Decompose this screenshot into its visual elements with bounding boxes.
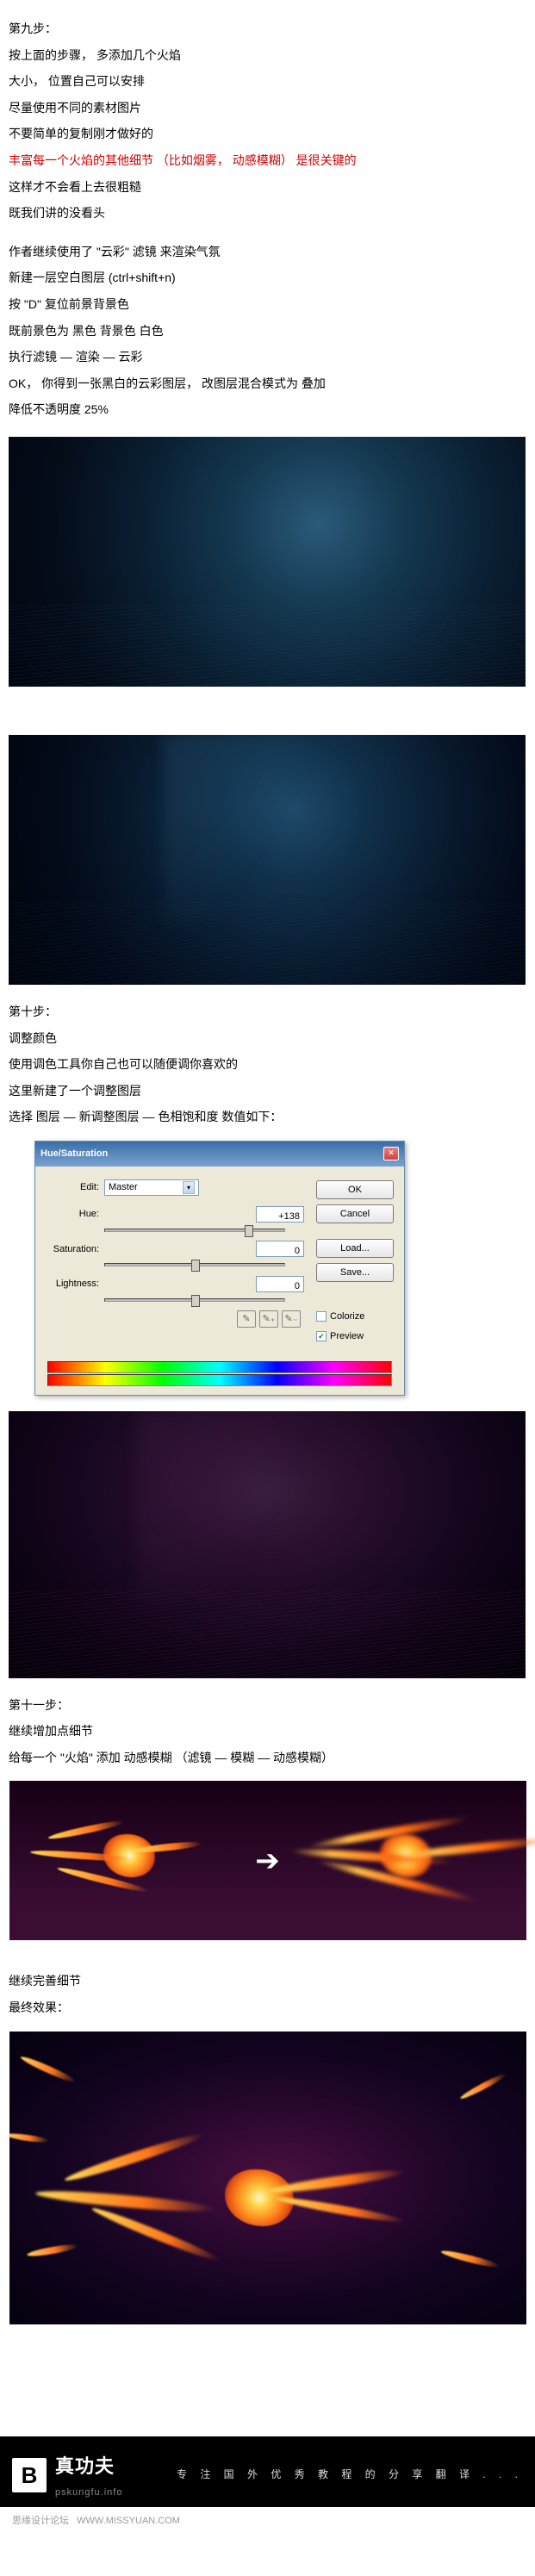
step9-line: 新建一层空白图层 (ctrl+shift+n) [9,266,526,289]
credit-site: 思缘设计论坛 [12,2516,69,2526]
hue-input[interactable]: +138 [256,1206,304,1223]
checkbox-checked-icon: ✔ [316,1331,327,1341]
step11-line: 给每一个 "火焰" 添加 动感模糊 （滤镜 — 模糊 — 动感模糊） [9,1746,526,1770]
step10-line: 使用调色工具你自己也可以随便调你喜欢的 [9,1053,526,1076]
step11-title: 第十一步： [9,1694,526,1717]
footer-credit: 思缘设计论坛 WWW.MISSYUAN.COM [0,2507,535,2548]
step9-line: 按上面的步骤， 多添加几个火焰 [9,44,526,67]
arrow-down-icon: ⬇ [9,694,526,728]
hue-saturation-dialog: Hue/Saturation × Edit: Master ▾ Hue: [34,1141,405,1396]
arrow-right-icon: ➔ [255,1846,280,1876]
step9-line: OK， 你得到一张黑白的云彩图层， 改图层混合模式为 叠加 [9,372,526,395]
step11-line: 继续增加点细节 [9,1720,526,1743]
spacer [9,228,526,240]
checkbox-icon [316,1311,327,1322]
final-line: 最终效果： [9,1996,526,2019]
cancel-button[interactable]: Cancel [316,1204,394,1223]
step9-line: 尽量使用不同的素材图片 [9,96,526,120]
saturation-label: Saturation: [46,1241,99,1259]
footer-brand-bar: B 真功夫 pskungfu.info 专 注 国 外 优 秀 教 程 的 分 … [0,2436,535,2508]
step9-line: 执行滤镜 — 渲染 — 云彩 [9,345,526,369]
before-after-stack: ⬇ [9,437,526,985]
saturation-slider[interactable] [104,1263,285,1266]
step9-line: 这样才不会看上去很粗糙 [9,176,526,199]
lightness-label: Lightness: [46,1275,99,1293]
hue-slider[interactable] [104,1229,285,1232]
load-button[interactable]: Load... [316,1239,394,1258]
chevron-down-icon: ▾ [183,1181,195,1194]
edit-dropdown[interactable]: Master ▾ [104,1179,199,1196]
dialog-title-text: Hue/Saturation [40,1145,108,1163]
flame-before [9,1781,251,1940]
step9-line: 大小， 位置自己可以安排 [9,70,526,93]
colorize-label: Colorize [330,1308,364,1326]
step9-title: 第九步： [9,17,526,40]
render-image-purple [9,1411,526,1678]
eyedropper-minus-icon[interactable]: ✎₋ [282,1310,301,1328]
step9-line: 不要简单的复制刚才做好的 [9,122,526,146]
preview-label: Preview [330,1328,364,1346]
final-result-image [9,2032,526,2324]
final-line: 继续完善细节 [9,1969,526,1993]
lightness-input[interactable]: 0 [256,1276,304,1292]
render-image-after [9,735,526,985]
step10-line: 这里新建了一个调整图层 [9,1080,526,1103]
step9-line: 降低不透明度 25% [9,398,526,421]
hue-result-image [9,1411,526,1678]
step9-line: 既我们讲的没看头 [9,202,526,225]
flame-after [285,1781,526,1940]
step9-line: 既前景色为 黑色 背景色 白色 [9,320,526,343]
saturation-input[interactable]: 0 [256,1241,304,1257]
motion-blur-compare: ➔ [9,1781,526,1940]
credit-url: WWW.MISSYUAN.COM [77,2516,180,2526]
colorize-checkbox[interactable]: Colorize [316,1308,394,1326]
logo-icon: B [12,2458,47,2492]
edit-dropdown-value: Master [109,1179,138,1197]
spacer [0,2359,535,2436]
eyedropper-plus-icon[interactable]: ✎₊ [259,1310,278,1328]
lightness-slider[interactable] [104,1298,285,1302]
step10-title: 第十步： [9,1000,526,1024]
footer-tagline: 专 注 国 外 优 秀 教 程 的 分 享 翻 译 . . . [177,2465,523,2485]
preview-checkbox[interactable]: ✔ Preview [316,1328,394,1346]
hue-label: Hue: [46,1205,99,1223]
edit-label: Edit: [46,1179,99,1197]
render-image-before [9,437,526,687]
step9-line: 按 "D" 复位前景背景色 [9,293,526,316]
ok-button[interactable]: OK [316,1180,394,1199]
dialog-titlebar: Hue/Saturation × [35,1142,404,1167]
step9-line-highlight: 丰富每一个火焰的其他细节 （比如烟雾， 动感模糊） 是很关键的 [9,149,526,172]
spectrum-bar-2 [47,1374,392,1386]
step9-line: 作者继续使用了 "云彩" 滤镜 来渲染气氛 [9,240,526,264]
eyedropper-icon[interactable]: ✎ [237,1310,256,1328]
save-button[interactable]: Save... [316,1263,394,1282]
step10-line: 调整颜色 [9,1027,526,1050]
brand-name: 真功夫 [55,2448,122,2485]
close-icon[interactable]: × [383,1147,399,1160]
spectrum-bar [47,1361,392,1373]
brand-domain: pskungfu.info [55,2484,122,2502]
step10-line: 选择 图层 — 新调整图层 — 色相饱和度 数值如下： [9,1105,526,1129]
